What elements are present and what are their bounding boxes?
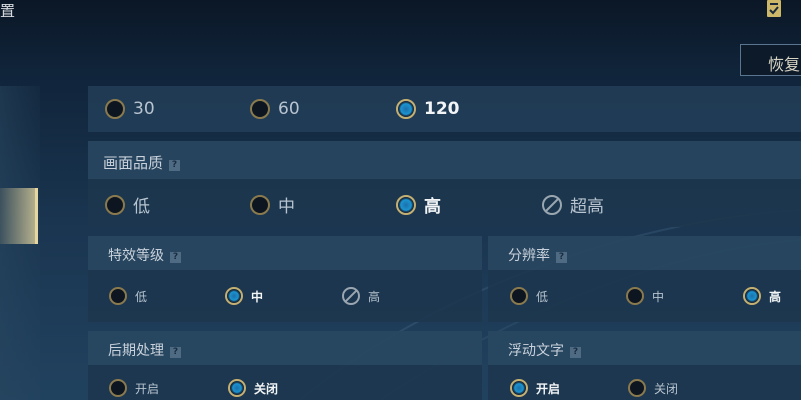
fps-option-30[interactable]: 30	[105, 99, 155, 119]
option-label: 中	[278, 197, 295, 217]
floating-text-option-on[interactable]: 开启	[510, 379, 560, 397]
postprocess-option-off[interactable]: 关闭	[228, 379, 278, 397]
effects-option-mid[interactable]: 中	[225, 287, 263, 305]
postprocess-header: 后期处理?	[88, 331, 482, 365]
clipboard-check-icon[interactable]	[764, 0, 784, 18]
effects-option-high: 高	[342, 287, 380, 305]
effects-header: 特效等级?	[88, 236, 482, 270]
disabled-icon	[342, 287, 360, 305]
radio-button[interactable]	[105, 194, 125, 215]
option-label: 低	[133, 197, 150, 217]
option-label: 关闭	[254, 381, 279, 396]
help-icon[interactable]: ?	[570, 347, 581, 358]
radio-button[interactable]	[228, 379, 246, 397]
quality-title: 画面品质	[103, 154, 164, 172]
radio-button[interactable]	[510, 379, 528, 397]
fps-option-60[interactable]: 60	[250, 99, 300, 119]
page-title: 置	[0, 2, 16, 20]
disabled-icon	[542, 194, 562, 215]
restore-defaults-button[interactable]: 恢复	[740, 44, 801, 76]
resolution-option-low[interactable]: 低	[510, 287, 548, 305]
option-label: 高	[769, 289, 782, 304]
radio-button[interactable]	[225, 287, 243, 305]
effects-option-low[interactable]: 低	[109, 287, 147, 305]
section-title: 特效等级?	[108, 245, 181, 265]
radio-button[interactable]	[743, 287, 761, 305]
help-icon[interactable]: ?	[556, 252, 567, 263]
radio-button[interactable]	[396, 99, 416, 119]
section-title: 浮动文字?	[508, 340, 581, 360]
postprocess-title: 后期处理	[108, 343, 164, 359]
option-label: 中	[251, 289, 264, 304]
quality-option-low[interactable]: 低	[105, 192, 150, 217]
resolution-option-mid[interactable]: 中	[626, 287, 664, 305]
radio-button[interactable]	[510, 287, 528, 305]
quality-option-high[interactable]: 高	[396, 192, 441, 217]
option-label: 60	[278, 99, 300, 119]
option-label: 关闭	[654, 381, 679, 396]
radio-button[interactable]	[250, 194, 270, 215]
fps-panel: 30 60 120	[88, 86, 801, 132]
option-label: 中	[652, 289, 665, 304]
radio-button[interactable]	[105, 99, 125, 119]
radio-button[interactable]	[628, 379, 646, 397]
sidebar-selected-tab[interactable]	[0, 188, 38, 244]
quality-options: 低 中 高 超高	[88, 179, 801, 227]
quality-option-ultra: 超高	[542, 192, 604, 217]
section-title: 画面品质?	[103, 152, 181, 173]
option-label: 120	[424, 99, 460, 119]
floating-text-options: 开启 关闭	[488, 365, 801, 400]
radio-button[interactable]	[396, 194, 416, 215]
floating-text-header: 浮动文字?	[488, 331, 801, 365]
option-label: 低	[536, 289, 549, 304]
option-label: 30	[133, 99, 155, 119]
radio-button[interactable]	[109, 379, 127, 397]
quality-option-mid[interactable]: 中	[250, 192, 295, 217]
option-label: 开启	[135, 381, 160, 396]
section-title: 后期处理?	[108, 340, 181, 360]
radio-button[interactable]	[626, 287, 644, 305]
floating-text-title: 浮动文字	[508, 343, 564, 359]
option-label: 超高	[570, 197, 604, 217]
effects-title: 特效等级	[108, 248, 164, 264]
section-title: 分辨率?	[508, 245, 567, 265]
help-icon[interactable]: ?	[170, 252, 181, 263]
option-label: 开启	[536, 381, 561, 396]
postprocess-options: 开启 关闭	[88, 365, 482, 400]
resolution-header: 分辨率?	[488, 236, 801, 270]
floating-text-option-off[interactable]: 关闭	[628, 379, 678, 397]
option-label: 低	[135, 289, 148, 304]
fps-option-120[interactable]: 120	[396, 99, 460, 119]
effects-options: 低 中 高	[88, 270, 482, 322]
radio-button[interactable]	[250, 99, 270, 119]
postprocess-option-on[interactable]: 开启	[109, 379, 159, 397]
resolution-option-high[interactable]: 高	[743, 287, 781, 305]
quality-header: 画面品质?	[88, 141, 801, 179]
option-label: 高	[368, 289, 381, 304]
radio-button[interactable]	[109, 287, 127, 305]
option-label: 高	[424, 197, 441, 217]
help-icon[interactable]: ?	[170, 347, 181, 358]
resolution-title: 分辨率	[508, 248, 550, 264]
resolution-options: 低 中 高	[488, 270, 801, 322]
help-icon[interactable]: ?	[169, 160, 181, 171]
